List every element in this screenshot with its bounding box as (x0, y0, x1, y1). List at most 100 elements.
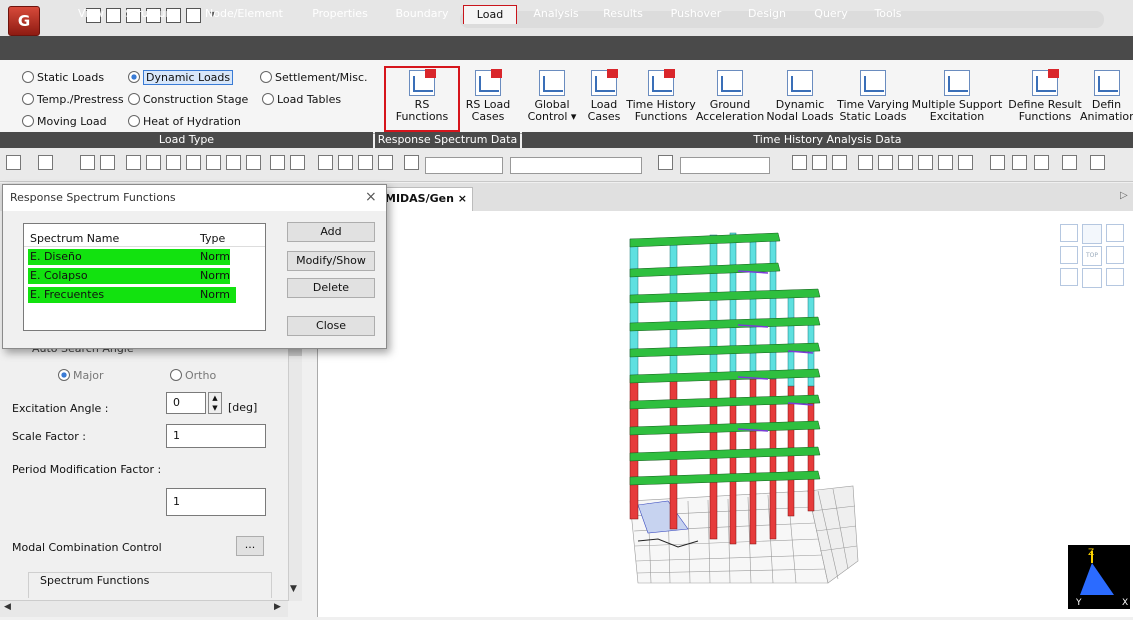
tab-properties[interactable]: Properties (304, 5, 376, 24)
shade-icon[interactable] (898, 155, 913, 170)
tab-view[interactable]: View (68, 5, 114, 24)
modal-combination-button[interactable]: ... (236, 536, 264, 556)
view-cube-left[interactable] (1060, 246, 1078, 264)
unselect-icon[interactable] (226, 155, 241, 170)
define-animation-button[interactable]: Defin Animatior (1080, 70, 1133, 123)
radio-settlement-misc[interactable]: Settlement/Misc. (260, 70, 368, 86)
scroll-right-arrow-icon[interactable]: ▶ (274, 602, 281, 612)
render-icon[interactable] (958, 155, 973, 170)
element-number-icon[interactable] (1012, 155, 1027, 170)
excitation-angle-input[interactable]: 0 (166, 392, 206, 414)
tab-scroll-right-icon[interactable]: ▷ (1120, 190, 1128, 201)
perspective-icon[interactable] (918, 155, 933, 170)
zoom-fit-icon[interactable] (858, 155, 873, 170)
select-icon[interactable] (80, 155, 95, 170)
panel-horizontal-scrollbar[interactable] (0, 600, 288, 617)
select-polygon-icon[interactable] (126, 155, 141, 170)
column-header-type[interactable]: Type (200, 232, 225, 245)
view-grid-icon[interactable] (792, 155, 807, 170)
app-logo-button[interactable]: G (8, 6, 40, 36)
select-all-icon[interactable] (206, 155, 221, 170)
radio-temp-prestress[interactable]: Temp./Prestress (22, 92, 124, 108)
inactivate-icon[interactable] (338, 155, 353, 170)
view-cube-top-face[interactable] (1082, 224, 1102, 244)
view-cube-bottom[interactable] (1082, 268, 1102, 288)
radio-static-loads[interactable]: Static Loads (22, 70, 104, 86)
more-tools-icon[interactable] (1090, 155, 1105, 170)
view-cube-corner-se[interactable] (1106, 268, 1124, 286)
radio-load-tables[interactable]: Load Tables (262, 92, 341, 108)
select-identity-icon[interactable] (270, 155, 285, 170)
group-select-icon[interactable] (290, 155, 305, 170)
node-number-icon[interactable] (990, 155, 1005, 170)
tab-design[interactable]: Design (742, 5, 792, 24)
active-identity-icon[interactable] (378, 155, 393, 170)
radio-ortho[interactable]: Ortho (170, 368, 216, 384)
filter-icon[interactable] (658, 155, 673, 170)
rs-functions-button[interactable]: RS Functions (390, 69, 454, 123)
pointer-icon[interactable] (404, 155, 419, 170)
view-cube-corner-nw[interactable] (1060, 224, 1078, 242)
toolbar-combo-2[interactable] (510, 157, 642, 174)
view-point-icon[interactable] (1062, 155, 1077, 170)
close-button[interactable]: Close (287, 316, 375, 336)
tab-structure[interactable]: Structure (118, 5, 184, 24)
tab-load[interactable]: Load (463, 5, 517, 24)
select-plane-icon[interactable] (166, 155, 181, 170)
undo-icon[interactable] (6, 155, 21, 170)
red-display-icon[interactable] (938, 155, 953, 170)
display-option-icon[interactable] (1034, 155, 1049, 170)
radio-dynamic-loads[interactable]: Dynamic Loads (128, 70, 234, 86)
view-cube-corner-sw[interactable] (1060, 268, 1078, 286)
tab-query[interactable]: Query (808, 5, 854, 24)
multiple-support-excitation-button[interactable]: Multiple Support Excitation (910, 70, 1004, 123)
excitation-angle-spinner[interactable]: ▲ ▼ (208, 392, 222, 414)
tab-results[interactable]: Results (596, 5, 650, 24)
list-item[interactable]: E. Diseño Norm (28, 249, 230, 265)
tab-tools[interactable]: Tools (866, 5, 910, 24)
list-item[interactable]: E. Colapso Norm (28, 268, 230, 284)
ground-acceleration-button[interactable]: Ground Acceleration (694, 70, 766, 123)
scroll-down-arrow-icon[interactable]: ▼ (290, 584, 297, 594)
dialog-close-icon[interactable]: × (365, 189, 377, 205)
tab-node-element[interactable]: Node/Element (198, 5, 290, 24)
dynamic-nodal-loads-button[interactable]: Dynamic Nodal Loads (764, 70, 836, 123)
list-item[interactable]: E. Frecuentes Norm (28, 287, 236, 303)
spectrum-functions-list[interactable]: Spectrum Name Type E. Diseño Norm E. Cola… (23, 223, 266, 331)
scroll-left-arrow-icon[interactable]: ◀ (4, 602, 11, 612)
view-cube-corner-ne[interactable] (1106, 224, 1124, 242)
add-button[interactable]: Add (287, 222, 375, 242)
select-window-icon[interactable] (100, 155, 115, 170)
display-icon[interactable] (812, 155, 827, 170)
hidden-icon[interactable] (878, 155, 893, 170)
tab-boundary[interactable]: Boundary (390, 5, 454, 24)
tab-analysis[interactable]: Analysis (526, 5, 586, 24)
select-line-icon[interactable] (146, 155, 161, 170)
modify-show-button[interactable]: Modify/Show (287, 251, 375, 271)
scale-factor-input[interactable]: 1 (166, 424, 266, 448)
activate-icon[interactable] (318, 155, 333, 170)
define-result-functions-button[interactable]: Define Result Functions (1004, 69, 1086, 123)
radio-major[interactable]: Major (58, 368, 104, 384)
view-cube-right[interactable] (1106, 246, 1124, 264)
select-volume-icon[interactable] (186, 155, 201, 170)
view-cube-top-button[interactable]: TOP (1082, 246, 1102, 266)
delete-button[interactable]: Delete (287, 278, 375, 298)
active-all-icon[interactable] (358, 155, 373, 170)
th-functions-button[interactable]: Time History Functions (624, 69, 698, 123)
radio-heat-of-hydration[interactable]: Heat of Hydration (128, 114, 241, 130)
radio-construction-stage[interactable]: Construction Stage (128, 92, 248, 108)
time-varying-static-loads-button[interactable]: Time Varying Static Loads (836, 70, 910, 123)
toolbar-combo-1[interactable] (425, 157, 503, 174)
redo-icon[interactable] (38, 155, 53, 170)
th-load-cases-button[interactable]: Load Cases (582, 69, 626, 123)
toolbar-combo-3[interactable] (680, 157, 770, 174)
model-viewport[interactable] (318, 211, 1133, 617)
rs-load-cases-button[interactable]: RS Load Cases (460, 69, 516, 123)
previous-selection-icon[interactable] (246, 155, 261, 170)
global-control-button[interactable]: Global Control ▾ (522, 70, 582, 123)
lock-icon[interactable] (832, 155, 847, 170)
period-modification-input[interactable]: 1 (166, 488, 266, 516)
column-header-spectrum-name[interactable]: Spectrum Name (30, 232, 119, 245)
document-tab-midas-gen[interactable]: MIDAS/Gen × (378, 187, 473, 211)
